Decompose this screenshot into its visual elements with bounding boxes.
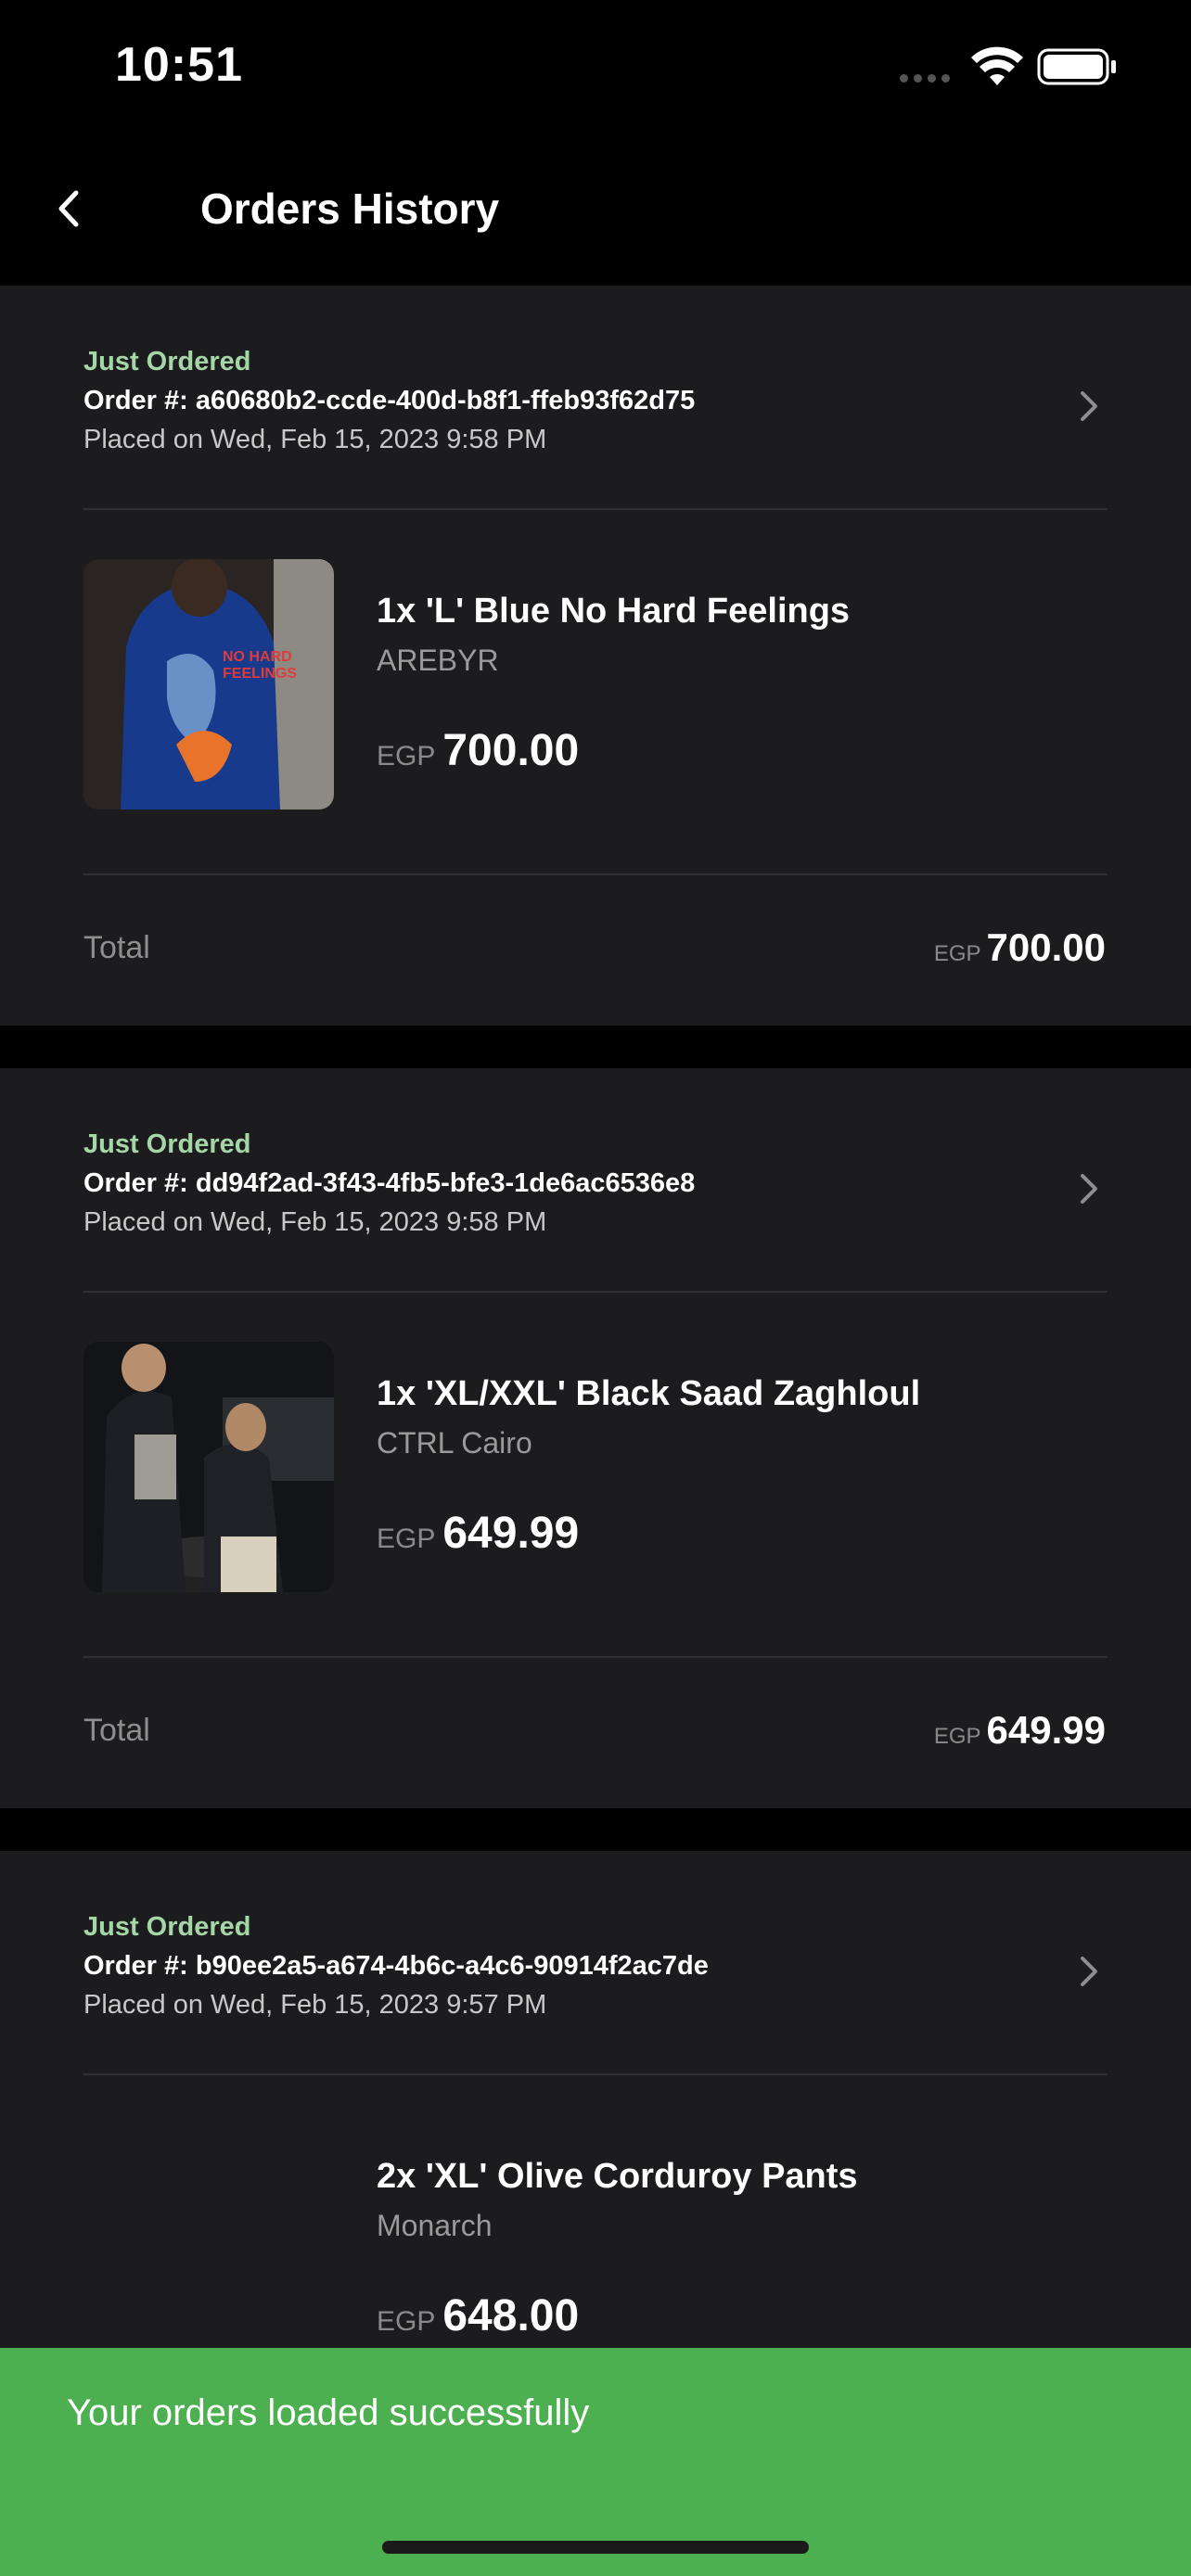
order-date: Placed on Wed, Feb 15, 2023 9:58 PM bbox=[83, 1207, 547, 1237]
chevron-right-icon[interactable] bbox=[1078, 1955, 1100, 1988]
nav-header: Orders History bbox=[0, 139, 1191, 286]
cellular-signal-icon bbox=[900, 74, 950, 83]
item-brand: CTRL Cairo bbox=[377, 1426, 532, 1460]
product-image[interactable]: NO HARD FEELINGS bbox=[83, 559, 334, 810]
order-number: Order #: a60680b2-ccde-400d-b8f1-ffeb93f… bbox=[83, 386, 696, 415]
wifi-icon bbox=[971, 46, 1023, 85]
divider bbox=[83, 874, 1108, 875]
divider bbox=[83, 1656, 1108, 1658]
price-amount: 700.00 bbox=[442, 726, 580, 775]
order-status: Just Ordered bbox=[83, 1912, 251, 1942]
item-title: 1x 'XL/XXL' Black Saad Zaghloul bbox=[377, 1374, 921, 1413]
total-value: EGP 700.00 bbox=[934, 925, 1106, 970]
order-status: Just Ordered bbox=[83, 1129, 251, 1159]
total-label: Total bbox=[83, 930, 150, 965]
order-number: Order #: b90ee2a5-a674-4b6c-a4c6-90914f2… bbox=[83, 1951, 709, 1981]
order-card[interactable]: Just Ordered Order #: dd94f2ad-3f43-4fb5… bbox=[0, 1068, 1191, 1808]
home-indicator[interactable] bbox=[382, 2541, 809, 2554]
svg-text:FEELINGS: FEELINGS bbox=[223, 666, 297, 682]
back-button[interactable] bbox=[41, 176, 96, 241]
item-price: EGP 648.00 bbox=[377, 2290, 579, 2341]
divider bbox=[83, 508, 1108, 510]
item-brand: Monarch bbox=[377, 2209, 493, 2242]
divider bbox=[83, 2073, 1108, 2075]
price-amount: 648.00 bbox=[442, 2291, 580, 2340]
item-title: 1x 'L' Blue No Hard Feelings bbox=[377, 592, 851, 631]
item-price: EGP 700.00 bbox=[377, 725, 579, 776]
currency-label: EGP bbox=[933, 1724, 981, 1749]
page-title: Orders History bbox=[200, 185, 500, 233]
total-value: EGP 649.99 bbox=[934, 1708, 1106, 1753]
product-image-placeholder[interactable] bbox=[83, 2124, 334, 2375]
chevron-right-icon[interactable] bbox=[1078, 1172, 1100, 1205]
svg-text:NO HARD: NO HARD bbox=[223, 649, 292, 665]
price-amount: 649.99 bbox=[442, 1509, 580, 1558]
order-header[interactable]: Just Ordered Order #: dd94f2ad-3f43-4fb5… bbox=[0, 1068, 1191, 1291]
battery-icon bbox=[1037, 48, 1116, 85]
chevron-right-icon[interactable] bbox=[1078, 389, 1100, 423]
order-header[interactable]: Just Ordered Order #: a60680b2-ccde-400d… bbox=[0, 286, 1191, 508]
currency-label: EGP bbox=[377, 741, 436, 772]
order-date: Placed on Wed, Feb 15, 2023 9:57 PM bbox=[83, 1990, 547, 2020]
item-title: 2x 'XL' Olive Corduroy Pants bbox=[377, 2157, 858, 2196]
order-number: Order #: dd94f2ad-3f43-4fb5-bfe3-1de6ac6… bbox=[83, 1168, 696, 1198]
order-header[interactable]: Just Ordered Order #: b90ee2a5-a674-4b6c… bbox=[0, 1851, 1191, 2073]
product-image[interactable] bbox=[83, 1342, 334, 1592]
currency-label: EGP bbox=[377, 2306, 436, 2337]
chevron-left-icon bbox=[58, 190, 79, 227]
total-amount: 649.99 bbox=[986, 1708, 1106, 1752]
toast-message: Your orders loaded successfully bbox=[67, 2392, 590, 2433]
status-time: 10:51 bbox=[115, 38, 243, 92]
order-card[interactable]: Just Ordered Order #: a60680b2-ccde-400d… bbox=[0, 286, 1191, 1026]
currency-label: EGP bbox=[377, 1524, 436, 1554]
orders-history-screen: 10:51 Orders History Just Ordered Order … bbox=[0, 0, 1191, 2576]
order-status: Just Ordered bbox=[83, 347, 251, 376]
order-date: Placed on Wed, Feb 15, 2023 9:58 PM bbox=[83, 425, 547, 454]
divider bbox=[83, 1291, 1108, 1293]
item-brand: AREBYR bbox=[377, 644, 499, 677]
total-amount: 700.00 bbox=[986, 925, 1106, 969]
item-price: EGP 649.99 bbox=[377, 1508, 579, 1559]
status-bar: 10:51 bbox=[0, 0, 1191, 139]
currency-label: EGP bbox=[933, 941, 981, 966]
total-label: Total bbox=[83, 1713, 150, 1748]
